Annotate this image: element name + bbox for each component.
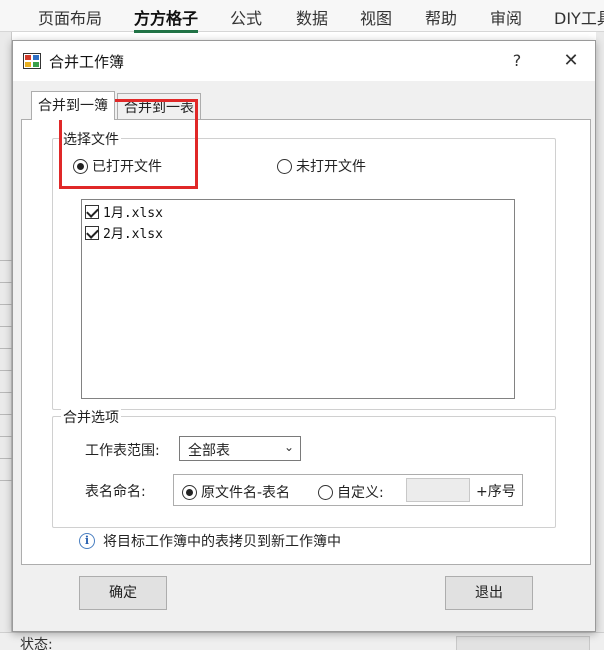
help-button[interactable]: ? [501,45,533,77]
ribbon-tab-review[interactable]: 审阅 [490,5,522,29]
radio-custom-name[interactable]: 自定义: [318,482,384,502]
row-divider [0,436,12,437]
radio-open-files-label: 已打开文件 [92,159,162,175]
ribbon-tab-diy-tools[interactable]: DIY工具箱 [554,5,604,29]
radio-unopened-files-dot[interactable] [277,158,292,174]
sheet-naming-options: 原文件名-表名 自定义: +序号 [173,474,523,506]
list-item[interactable]: 1月.xlsx [85,202,163,221]
row-divider [0,304,12,305]
radio-unopened-files-label: 未打开文件 [296,159,366,175]
ok-button[interactable]: 确定 [79,576,167,610]
sheet-row-headers [0,32,12,650]
merge-workbook-dialog: 合并工作簿 ? ✕ 合并到一簿 合并到一表 选择文件 已打开文件 未打开文件 1… [12,40,596,632]
radio-open-files[interactable]: 已打开文件 [73,156,162,176]
file-checkbox[interactable] [85,225,99,240]
row-divider [0,370,12,371]
ribbon-tab-formulas[interactable]: 公式 [230,5,262,29]
row-divider [0,458,12,459]
radio-custom-name-dot[interactable] [318,484,333,500]
radio-original-name[interactable]: 原文件名-表名 [182,482,290,502]
sheet-right-edge [596,32,604,650]
tab-panel: 选择文件 已打开文件 未打开文件 1月.xlsx 2月.xlsx 合并选项 工作… [21,119,591,565]
select-files-group: 选择文件 已打开文件 未打开文件 1月.xlsx 2月.xlsx [52,129,556,410]
row-divider [0,480,12,481]
list-item[interactable]: 2月.xlsx [85,223,163,242]
status-field [456,636,590,650]
dialog-title: 合并工作簿 [49,53,125,71]
tab-merge-to-sheet[interactable]: 合并到一表 [117,93,201,119]
file-name: 1月.xlsx [103,206,163,221]
sheet-range-select[interactable]: 全部表 ⌄ [179,436,301,461]
custom-name-input[interactable] [406,478,470,502]
ribbon-tab-page-layout[interactable]: 页面布局 [38,5,102,29]
sheet-range-label: 工作表范围: [85,443,160,459]
exit-button[interactable]: 退出 [445,576,533,610]
info-text: 将目标工作簿中的表拷贝到新工作簿中 [103,534,341,550]
ribbon-tab-fangfang[interactable]: 方方格子 [134,5,199,33]
row-divider [0,282,12,283]
app-window: 页面布局 方方格子 公式 数据 视图 帮助 审阅 DIY工具箱 状态: [0,0,604,650]
ribbon-tab-view[interactable]: 视图 [360,5,392,29]
ribbon-tab-bar: 页面布局 方方格子 公式 数据 视图 帮助 审阅 DIY工具箱 [0,0,604,33]
radio-open-files-dot[interactable] [73,158,88,174]
file-name: 2月.xlsx [103,227,163,242]
file-list[interactable]: 1月.xlsx 2月.xlsx [81,199,515,399]
merge-options-group: 合并选项 工作表范围: 全部表 ⌄ 表名命名: 原文件名-表名 自定义: +序号 [52,407,556,528]
app-icon [23,53,41,69]
ribbon-tab-help[interactable]: 帮助 [425,5,457,29]
sequence-suffix-label: +序号 [476,484,516,500]
radio-unopened-files[interactable]: 未打开文件 [277,156,366,176]
ribbon-tab-data[interactable]: 数据 [296,5,328,29]
row-divider [0,414,12,415]
close-icon[interactable]: ✕ [553,45,589,77]
row-divider [0,348,12,349]
tab-merge-to-workbook[interactable]: 合并到一簿 [31,91,115,120]
sheet-naming-label: 表名命名: [85,484,146,500]
radio-original-name-dot[interactable] [182,484,197,500]
chevron-down-icon: ⌄ [283,440,294,454]
status-label: 状态: [20,637,53,650]
row-divider [0,260,12,261]
file-checkbox[interactable] [85,204,99,219]
status-bar: 状态: [0,632,604,650]
radio-custom-name-label: 自定义: [337,485,384,501]
dialog-titlebar[interactable]: 合并工作簿 ? ✕ [13,41,595,81]
info-note: i 将目标工作簿中的表拷贝到新工作簿中 [79,531,341,551]
merge-options-legend: 合并选项 [61,407,121,427]
row-divider [0,326,12,327]
row-divider [0,392,12,393]
select-files-legend: 选择文件 [61,129,121,149]
sheet-range-value: 全部表 [188,443,230,459]
info-icon: i [79,533,95,549]
radio-original-name-label: 原文件名-表名 [201,485,291,501]
